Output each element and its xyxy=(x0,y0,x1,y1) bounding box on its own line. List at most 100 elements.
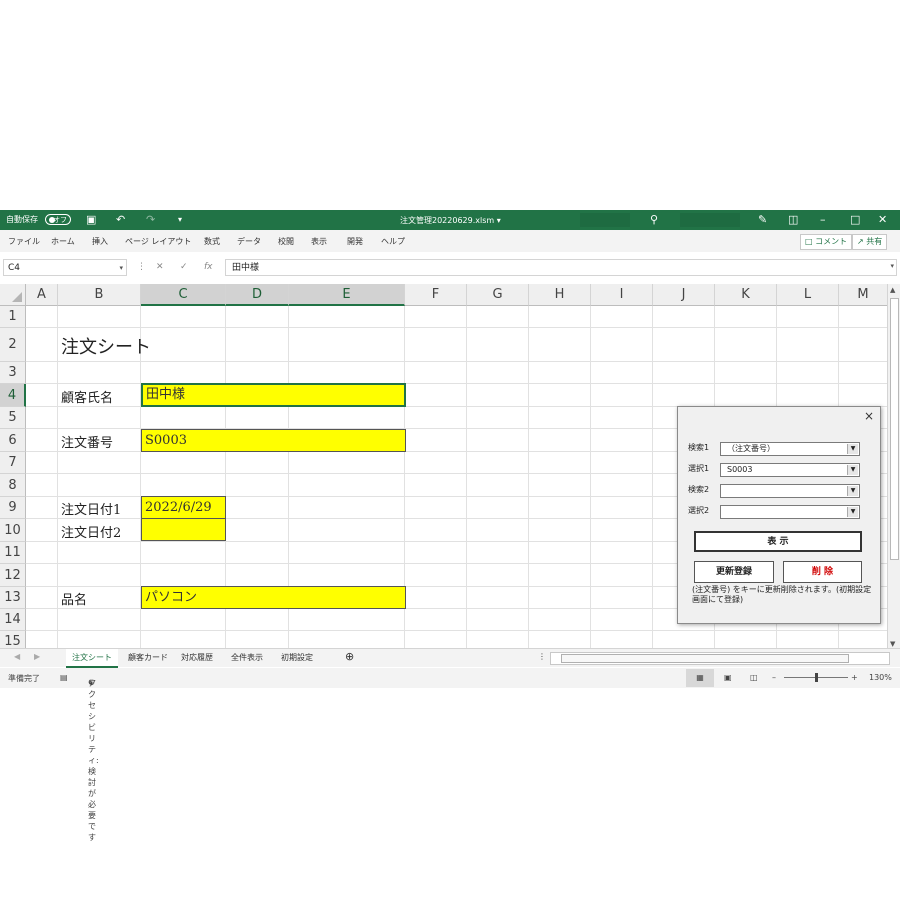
tab-review[interactable]: 校閲 xyxy=(278,236,294,247)
search2-combo[interactable]: ▼ xyxy=(720,484,860,498)
undo-icon[interactable]: ↶ xyxy=(116,213,125,226)
select2-combo[interactable]: ▼ xyxy=(720,505,860,519)
close-icon[interactable]: ✕ xyxy=(878,213,887,226)
enter-icon[interactable]: ✓ xyxy=(180,262,188,272)
zoom-out-icon[interactable]: – xyxy=(772,673,776,682)
page-break-view-icon[interactable]: ◫ xyxy=(750,673,758,682)
row-header-13[interactable]: 13 xyxy=(0,587,26,609)
name-box[interactable]: C4 ▾ xyxy=(3,259,127,276)
zoom-slider-thumb[interactable] xyxy=(815,673,818,682)
row-header-7[interactable]: 7 xyxy=(0,452,26,474)
sheet-tab-settings[interactable]: 初期設定 xyxy=(281,652,313,663)
restore-icon[interactable]: □ xyxy=(850,213,860,226)
tab-home[interactable]: ホーム xyxy=(51,236,75,247)
row-header-10[interactable]: 10 xyxy=(0,519,26,542)
page-layout-view-icon[interactable]: ▣ xyxy=(724,673,732,682)
chevron-down-icon[interactable]: ▼ xyxy=(847,507,858,517)
order-date2-label[interactable]: 注文日付2 xyxy=(61,522,121,541)
row-header-5[interactable]: 5 xyxy=(0,407,26,429)
order-date1-label[interactable]: 注文日付1 xyxy=(61,499,121,518)
update-button[interactable]: 更新登録 xyxy=(694,561,774,583)
document-title[interactable]: 注文管理20220629.xlsm ▾ xyxy=(400,215,501,226)
tab-data[interactable]: データ xyxy=(237,236,261,247)
formula-input[interactable]: 田中様 xyxy=(225,259,897,276)
sheet-tab-all[interactable]: 全件表示 xyxy=(231,652,263,663)
row-header-3[interactable]: 3 xyxy=(0,362,26,384)
zoom-in-icon[interactable]: + xyxy=(851,673,858,682)
column-header-i[interactable]: I xyxy=(591,284,653,306)
sheet-tab-history[interactable]: 対応履歴 xyxy=(181,652,213,663)
column-header-c[interactable]: C xyxy=(141,284,226,306)
search1-combo[interactable]: （注文番号） ▼ xyxy=(720,442,860,456)
minimize-icon[interactable]: – xyxy=(820,213,826,226)
row-header-4[interactable]: 4 xyxy=(0,384,26,407)
customer-name-label[interactable]: 顧客氏名 xyxy=(61,387,113,406)
product-name-cell[interactable]: パソコン xyxy=(141,586,406,609)
vertical-scrollbar[interactable]: ▲ ▼ xyxy=(887,284,900,650)
row-header-8[interactable]: 8 xyxy=(0,474,26,497)
row-header-14[interactable]: 14 xyxy=(0,609,26,631)
row-header-11[interactable]: 11 xyxy=(0,542,26,564)
sheet-title[interactable]: 注文シート xyxy=(61,333,151,359)
column-header-d[interactable]: D xyxy=(226,284,289,306)
row-header-1[interactable]: 1 xyxy=(0,306,26,328)
tab-formulas[interactable]: 数式 xyxy=(204,236,220,247)
share-button[interactable]: ↗ 共有 xyxy=(852,234,888,250)
column-header-a[interactable]: A xyxy=(26,284,58,306)
scroll-down-icon[interactable]: ▼ xyxy=(890,640,895,648)
pen-icon[interactable]: ✎ xyxy=(758,213,767,226)
hscroll-thumb[interactable] xyxy=(561,654,849,663)
show-button[interactable]: 表 示 xyxy=(694,531,862,552)
normal-view-icon[interactable]: ▦ xyxy=(686,669,714,687)
add-sheet-icon[interactable]: ⊕ xyxy=(345,650,354,663)
order-number-cell[interactable]: S0003 xyxy=(141,429,406,452)
delete-button[interactable]: 削 除 xyxy=(783,561,862,583)
column-header-b[interactable]: B xyxy=(58,284,141,306)
column-header-j[interactable]: J xyxy=(653,284,715,306)
expand-formula-icon[interactable]: ▾ xyxy=(890,262,894,270)
macro-record-icon[interactable]: ▤ xyxy=(60,673,68,682)
tab-developer[interactable]: 開発 xyxy=(347,236,363,247)
cancel-icon[interactable]: ✕ xyxy=(156,262,164,272)
select1-combo[interactable]: S0003 ▼ xyxy=(720,463,860,477)
redo-icon[interactable]: ↷ xyxy=(146,213,155,226)
column-header-f[interactable]: F xyxy=(405,284,467,306)
tab-help[interactable]: ヘルプ xyxy=(381,236,405,247)
column-header-e[interactable]: E xyxy=(289,284,405,306)
tab-page-layout[interactable]: ページ レイアウト xyxy=(125,236,191,247)
customize-icon[interactable]: ▾ xyxy=(178,215,182,224)
horizontal-scrollbar[interactable] xyxy=(550,652,890,665)
chevron-down-icon[interactable]: ▾ xyxy=(119,260,123,277)
order-date1-cell[interactable]: 2022/6/29 xyxy=(141,496,226,519)
column-header-h[interactable]: H xyxy=(529,284,591,306)
row-header-9[interactable]: 9 xyxy=(0,497,26,519)
column-header-g[interactable]: G xyxy=(467,284,529,306)
column-header-k[interactable]: K xyxy=(715,284,777,306)
chevron-down-icon[interactable]: ▼ xyxy=(847,486,858,496)
column-header-l[interactable]: L xyxy=(777,284,839,306)
select-all-corner[interactable] xyxy=(0,284,26,306)
zoom-level[interactable]: 130% xyxy=(869,673,892,682)
chevron-down-icon[interactable]: ▼ xyxy=(847,465,858,475)
ribbon-display-icon[interactable]: ◫ xyxy=(788,213,798,226)
sheet-tab-customer-card[interactable]: 顧客カード xyxy=(128,652,168,663)
next-sheet-icon[interactable]: ▶ xyxy=(34,652,40,661)
row-header-15[interactable]: 15 xyxy=(0,631,26,648)
autosave-toggle[interactable]: オフ xyxy=(45,214,71,225)
save-icon[interactable]: ▣ xyxy=(86,213,96,226)
splitter-icon[interactable]: ⋮ xyxy=(538,652,546,661)
prev-sheet-icon[interactable]: ◀ xyxy=(14,652,20,661)
close-icon[interactable]: × xyxy=(864,409,874,423)
tab-file[interactable]: ファイル xyxy=(8,236,40,247)
row-header-2[interactable]: 2 xyxy=(0,328,26,362)
column-header-m[interactable]: M xyxy=(839,284,888,306)
chevron-down-icon[interactable]: ▼ xyxy=(847,444,858,454)
scroll-thumb[interactable] xyxy=(890,298,899,560)
product-name-label[interactable]: 品名 xyxy=(61,589,87,608)
customer-name-cell[interactable]: 田中様 xyxy=(141,383,406,407)
function-icon[interactable]: fx xyxy=(204,262,213,272)
search-icon[interactable]: ⚲ xyxy=(650,213,658,226)
scroll-up-icon[interactable]: ▲ xyxy=(890,286,895,294)
row-header-6[interactable]: 6 xyxy=(0,429,26,452)
order-number-label[interactable]: 注文番号 xyxy=(61,432,113,451)
